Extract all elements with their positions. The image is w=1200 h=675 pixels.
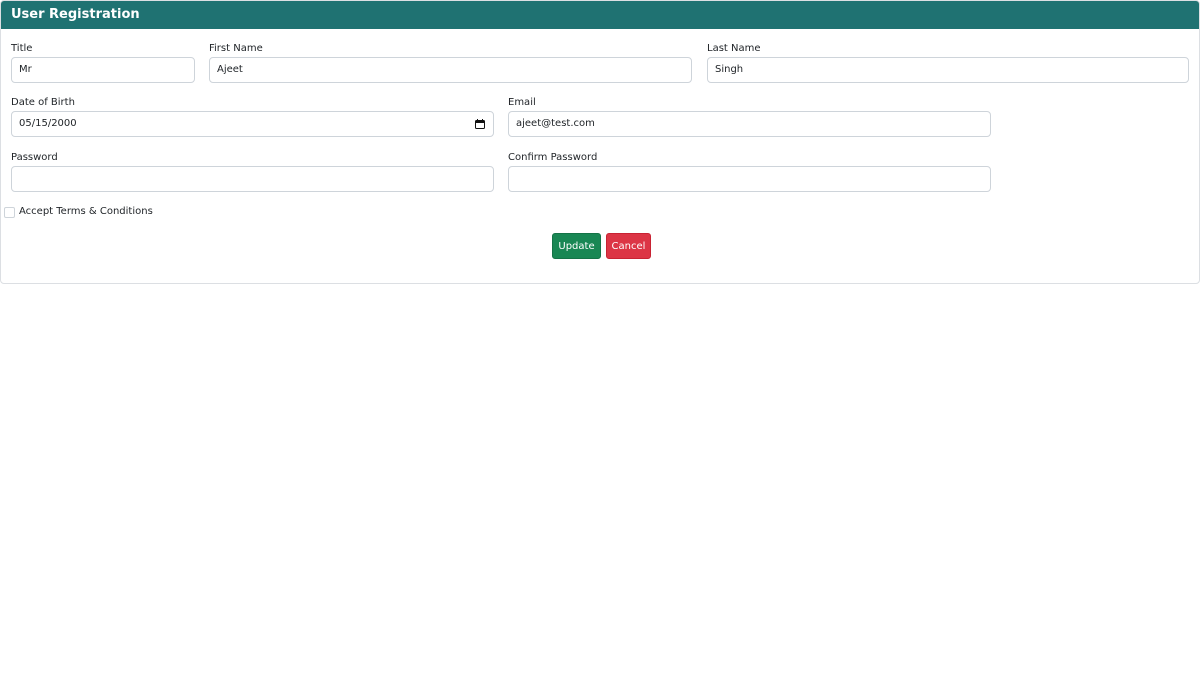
title-input[interactable]: Mr xyxy=(11,57,195,83)
password-input[interactable] xyxy=(11,166,494,192)
first-name-input[interactable]: Ajeet xyxy=(209,57,692,83)
last-name-label: Last Name xyxy=(707,43,761,54)
confirm-password-input[interactable] xyxy=(508,166,991,192)
terms-checkbox[interactable] xyxy=(4,207,15,218)
terms-label[interactable]: Accept Terms & Conditions xyxy=(19,206,153,218)
title-label: Title xyxy=(11,43,33,54)
calendar-icon[interactable] xyxy=(475,119,485,129)
email-input[interactable]: ajeet@test.com xyxy=(508,111,991,137)
first-name-label: First Name xyxy=(209,43,263,54)
confirm-password-label: Confirm Password xyxy=(508,152,598,163)
registration-card: User Registration Title Mr First Name Aj… xyxy=(0,0,1200,284)
dob-input[interactable]: 05/15/2000 xyxy=(11,111,494,137)
password-label: Password xyxy=(11,152,58,163)
cancel-button[interactable]: Cancel xyxy=(606,233,651,259)
last-name-input[interactable]: Singh xyxy=(707,57,1189,83)
update-button[interactable]: Update xyxy=(552,233,601,259)
card-header-title: User Registration xyxy=(1,1,1199,29)
dob-value: 05/15/2000 xyxy=(19,118,77,129)
dob-label: Date of Birth xyxy=(11,97,75,108)
email-label: Email xyxy=(508,97,536,108)
